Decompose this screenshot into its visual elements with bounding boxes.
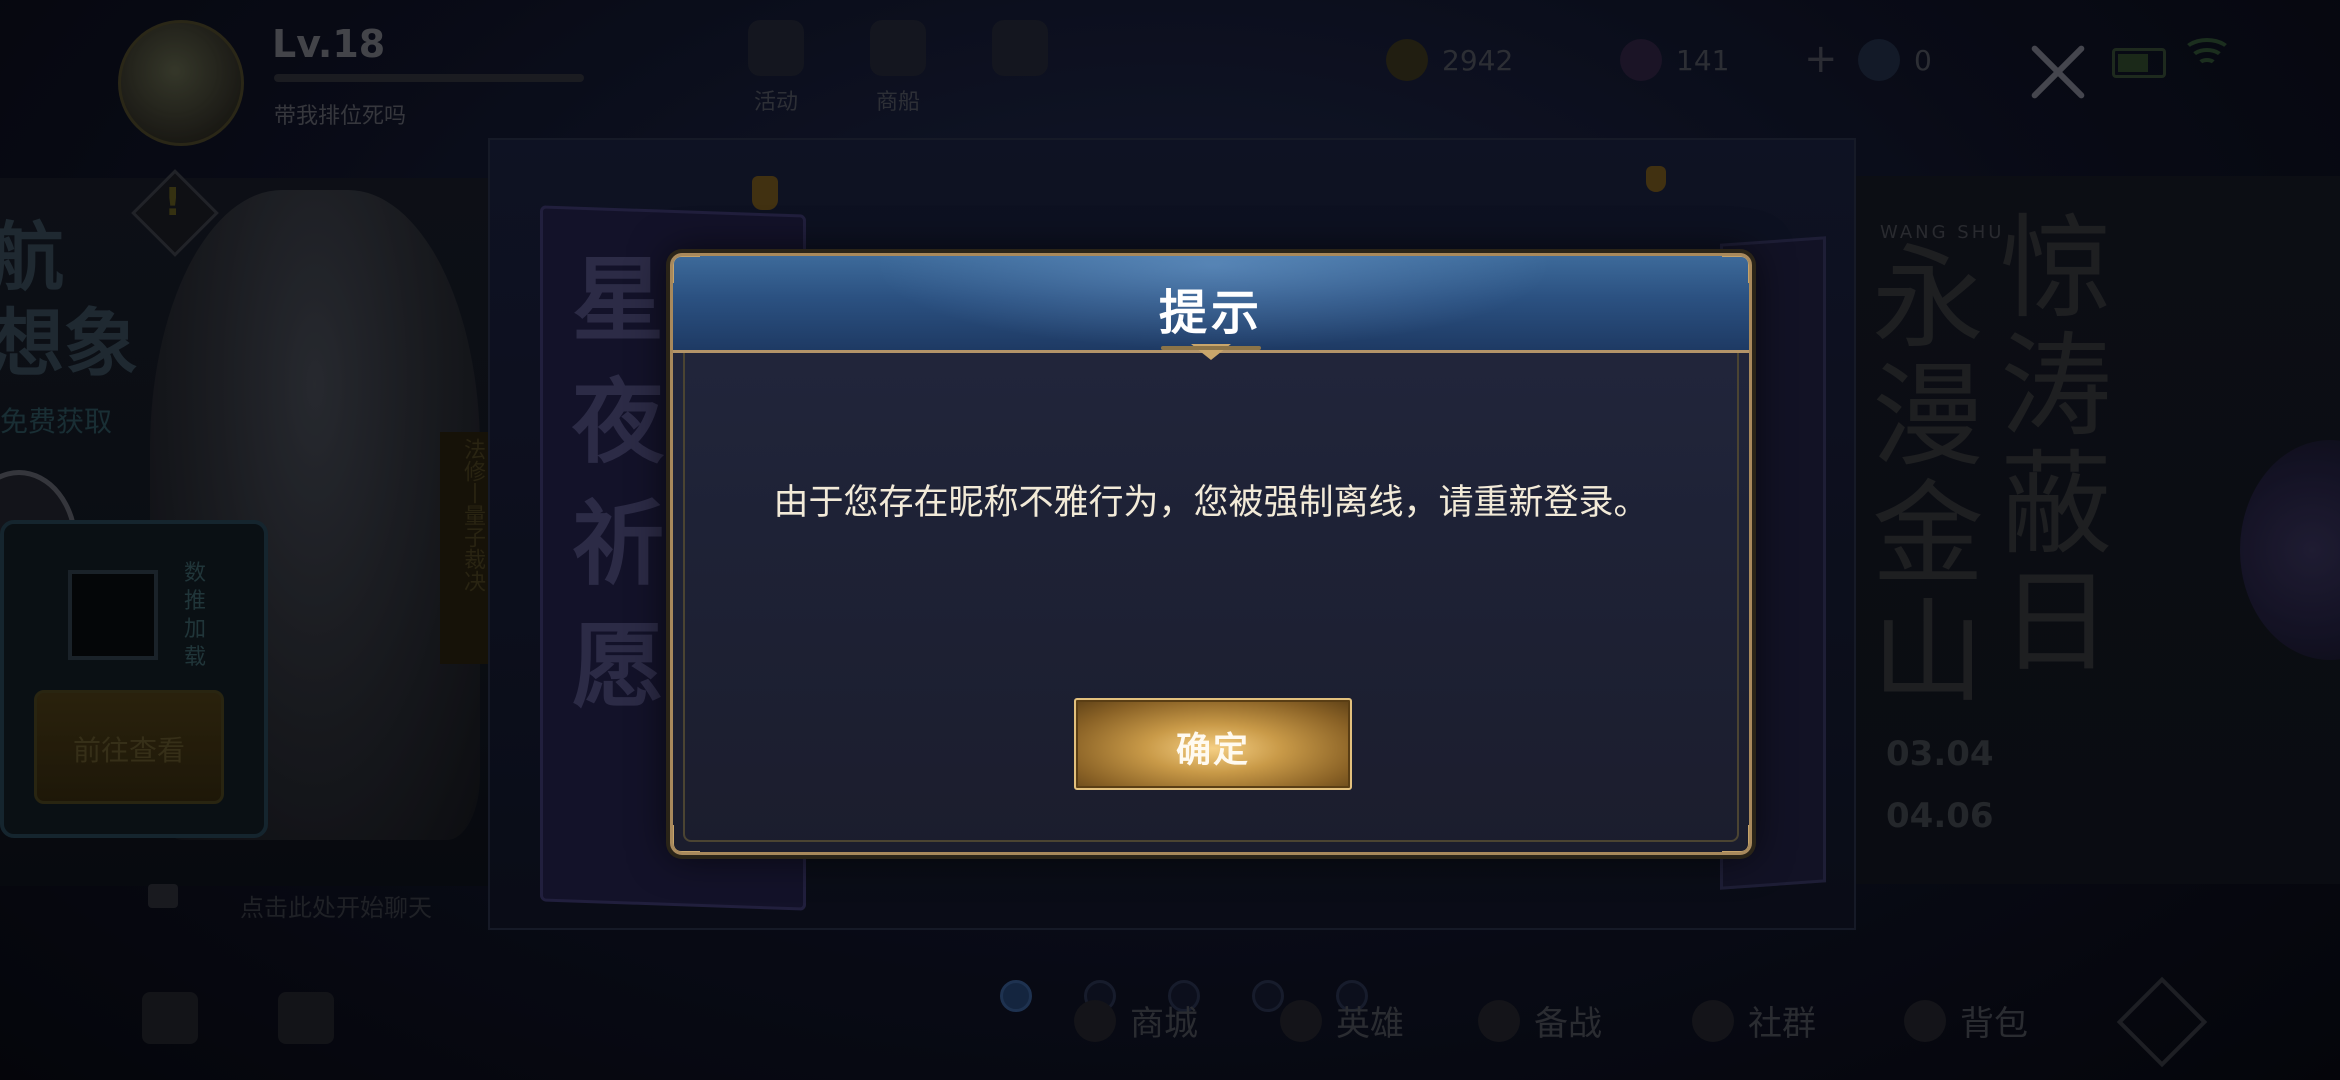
alert-dialog: 提示 由于您存在昵称不雅行为，您被强制离线，请重新登录。 确定 [670,253,1752,855]
dialog-header: 提示 [673,256,1749,353]
corner-ornament [673,825,700,852]
dialog-message: 由于您存在昵称不雅行为，您被强制离线，请重新登录。 [773,483,1649,523]
confirm-label: 确定 [1175,731,1250,771]
confirm-button[interactable]: 确定 [1074,698,1352,790]
header-ornament-icon [1161,344,1261,366]
corner-ornament [673,256,700,283]
dialog-title: 提示 [1158,285,1263,341]
corner-ornament [1722,825,1749,852]
corner-ornament [1722,256,1749,283]
